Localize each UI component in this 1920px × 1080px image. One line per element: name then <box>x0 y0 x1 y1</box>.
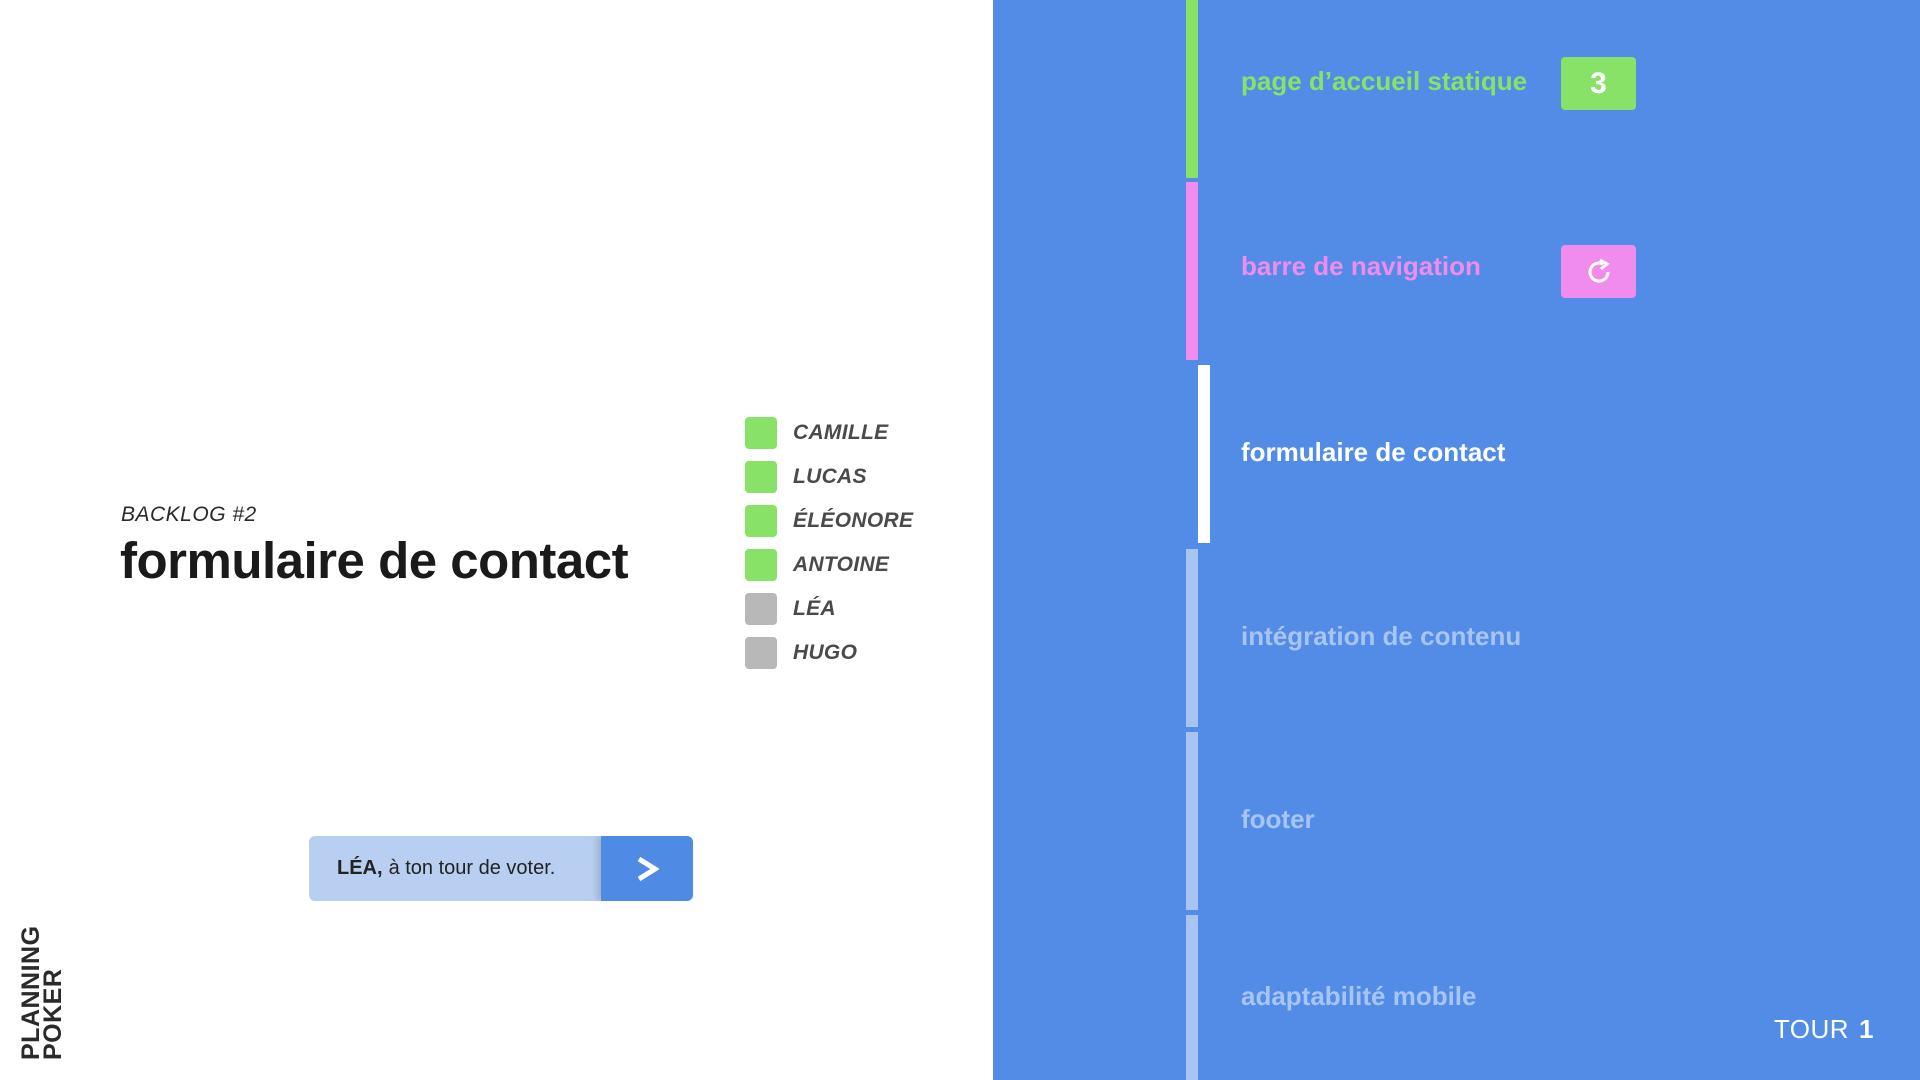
backlog-panel: page d’accueil statique 3 barre de navig… <box>993 0 1920 1080</box>
app-logo: PLANNING POKER <box>17 925 67 1060</box>
vote-status-indicator <box>745 461 777 493</box>
round-indicator: TOUR 1 <box>1774 1014 1874 1045</box>
player-name: ANTOINE <box>793 553 890 576</box>
story-progress-bar <box>1186 915 1198 1080</box>
player-item: CAMILLE <box>745 411 913 455</box>
refresh-icon <box>1588 258 1610 283</box>
revote-badge[interactable] <box>1561 245 1636 298</box>
player-name: ÉLÉONORE <box>793 509 914 532</box>
backlog-item[interactable]: intégration de contenu <box>1241 621 1521 652</box>
vote-status-indicator <box>745 549 777 581</box>
backlog-label: BACKLOG #2 <box>121 503 257 526</box>
logo-line-2: POKER <box>39 968 67 1060</box>
story-progress-bar <box>1186 182 1198 360</box>
player-name: HUGO <box>793 641 858 664</box>
voting-panel: BACKLOG #2 formulaire de contact CAMILLE… <box>0 0 993 1080</box>
vote-go-button[interactable] <box>601 836 693 901</box>
backlog-item-current[interactable]: formulaire de contact <box>1241 437 1505 468</box>
story-progress-bar <box>1186 549 1198 727</box>
estimate-badge: 3 <box>1561 57 1636 110</box>
turn-message: à ton tour de voter. <box>388 857 556 879</box>
vote-status-indicator <box>745 593 777 625</box>
backlog-item[interactable]: page d’accueil statique <box>1241 66 1527 97</box>
player-name: CAMILLE <box>793 421 889 444</box>
chevron-right-icon <box>637 856 659 881</box>
round-number: 1 <box>1859 1014 1874 1044</box>
backlog-item[interactable]: footer <box>1241 804 1315 835</box>
vote-status-indicator <box>745 637 777 669</box>
story-progress-bar <box>1186 0 1198 178</box>
player-item: ANTOINE <box>745 543 913 587</box>
turn-prompt: LÉA, à ton tour de voter. <box>309 836 693 901</box>
turn-prompt-text: LÉA, à ton tour de voter. <box>309 836 601 901</box>
player-item: HUGO <box>745 631 913 675</box>
story-progress-bar <box>1186 732 1198 910</box>
turn-player-name: LÉA, <box>337 857 383 879</box>
player-name: LUCAS <box>793 465 867 488</box>
story-progress-bar <box>1198 365 1210 543</box>
current-story-title: formulaire de contact <box>120 532 629 589</box>
backlog-item[interactable]: barre de navigation <box>1241 251 1481 282</box>
player-item: LÉA <box>745 587 913 631</box>
player-name: LÉA <box>793 597 836 620</box>
backlog-item[interactable]: adaptabilité mobile <box>1241 981 1477 1012</box>
player-item: LUCAS <box>745 455 913 499</box>
vote-status-indicator <box>745 417 777 449</box>
round-label: TOUR <box>1773 1014 1850 1044</box>
vote-status-indicator <box>745 505 777 537</box>
player-item: ÉLÉONORE <box>745 499 913 543</box>
player-list: CAMILLE LUCAS ÉLÉONORE ANTOINE LÉA HUGO <box>745 411 913 675</box>
